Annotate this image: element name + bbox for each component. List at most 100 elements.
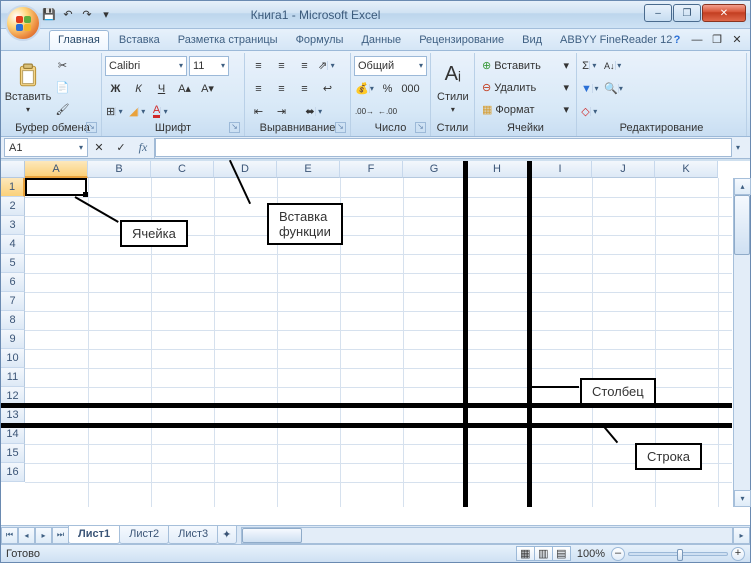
accounting-button[interactable]: 💰▾ <box>354 79 375 99</box>
maximize-button[interactable]: ❐ <box>673 4 701 22</box>
row-header-15[interactable]: 15 <box>1 444 25 463</box>
orientation-button[interactable]: ⇗▾ <box>317 56 338 76</box>
zoom-level-label[interactable]: 100% <box>577 548 605 560</box>
column-header-J[interactable]: J <box>592 161 655 178</box>
cell-grid[interactable]: Ячейка Вставка функции Столбец Строка <box>25 178 732 507</box>
wrap-text-button[interactable]: ↩ <box>317 79 338 99</box>
row-header-1[interactable]: 1 <box>1 178 25 197</box>
column-header-B[interactable]: B <box>88 161 151 178</box>
column-header-A[interactable]: A <box>25 161 88 178</box>
scroll-up-button[interactable]: ▴ <box>734 178 751 195</box>
column-header-D[interactable]: D <box>214 161 277 178</box>
grow-font-button[interactable]: A▴ <box>174 79 195 99</box>
enter-formula-button[interactable]: ✓ <box>110 138 132 158</box>
formula-input[interactable] <box>155 138 732 157</box>
vertical-scrollbar[interactable]: ▴ ▾ <box>733 178 750 507</box>
find-select-button[interactable]: 🔍▾ <box>603 79 624 99</box>
sheet-tab-2[interactable]: Лист2 <box>119 526 169 544</box>
align-left-button[interactable]: ≡ <box>248 79 269 99</box>
insert-cells-button[interactable]: ⊕Вставить▾ <box>478 55 573 76</box>
zoom-in-button[interactable]: + <box>731 547 745 561</box>
font-color-button[interactable]: A▾ <box>151 102 172 122</box>
number-dialog-launcher[interactable]: ↘ <box>415 122 426 133</box>
scroll-right-button[interactable]: ▸ <box>733 527 750 544</box>
fill-button[interactable]: ▼▾ <box>580 79 601 99</box>
undo-icon[interactable]: ↶ <box>60 7 76 23</box>
font-dialog-launcher[interactable]: ↘ <box>229 122 240 133</box>
format-cells-button[interactable]: ▦Формат▾ <box>478 99 573 120</box>
row-header-7[interactable]: 7 <box>1 292 25 311</box>
tab-formulas[interactable]: Формулы <box>288 31 352 50</box>
sheet-tab-3[interactable]: Лист3 <box>168 526 218 544</box>
sort-filter-button[interactable]: A↓▾ <box>603 56 624 76</box>
clipboard-dialog-launcher[interactable]: ↘ <box>86 122 97 133</box>
help-icon[interactable]: ? <box>670 34 684 46</box>
row-header-6[interactable]: 6 <box>1 273 25 292</box>
zoom-slider[interactable] <box>628 552 728 556</box>
tab-abbyy[interactable]: ABBYY FineReader 12 <box>552 31 680 50</box>
tab-review[interactable]: Рецензирование <box>411 31 512 50</box>
shrink-font-button[interactable]: A▾ <box>197 79 218 99</box>
vscroll-thumb[interactable] <box>734 195 750 255</box>
row-header-9[interactable]: 9 <box>1 330 25 349</box>
cut-button[interactable]: ✂ <box>52 55 73 75</box>
column-header-I[interactable]: I <box>529 161 592 178</box>
align-bottom-button[interactable]: ≡ <box>294 56 315 76</box>
italic-button[interactable]: К <box>128 79 149 99</box>
doc-minimize-icon[interactable]: — <box>690 34 704 46</box>
autosum-button[interactable]: Σ▾ <box>580 56 601 76</box>
select-all-corner[interactable] <box>1 161 25 178</box>
last-sheet-button[interactable]: ⏭ <box>52 527 69 544</box>
page-layout-view-button[interactable]: ▥ <box>534 546 553 561</box>
office-button[interactable] <box>5 5 41 41</box>
prev-sheet-button[interactable]: ◂ <box>18 527 35 544</box>
font-name-combo[interactable]: Calibri▾ <box>105 56 187 76</box>
hscroll-thumb[interactable] <box>242 528 302 543</box>
insert-function-button[interactable]: fx <box>132 138 154 158</box>
align-middle-button[interactable]: ≡ <box>271 56 292 76</box>
minimize-button[interactable]: – <box>644 4 672 22</box>
fill-color-button[interactable]: ◢▾ <box>128 102 149 122</box>
column-header-K[interactable]: K <box>655 161 718 178</box>
delete-cells-button[interactable]: ⊖Удалить▾ <box>478 77 573 98</box>
row-header-3[interactable]: 3 <box>1 216 25 235</box>
decrease-indent-button[interactable]: ⇤ <box>248 102 269 122</box>
doc-close-icon[interactable]: ✕ <box>730 33 744 46</box>
align-center-button[interactable]: ≡ <box>271 79 292 99</box>
normal-view-button[interactable]: ▦ <box>516 546 535 561</box>
tab-insert[interactable]: Вставка <box>111 31 168 50</box>
zoom-out-button[interactable]: – <box>611 547 625 561</box>
tab-view[interactable]: Вид <box>514 31 550 50</box>
column-header-H[interactable]: H <box>466 161 529 178</box>
tab-home[interactable]: Главная <box>49 30 109 50</box>
copy-button[interactable]: 📄 <box>52 77 73 97</box>
percent-button[interactable]: % <box>377 79 398 99</box>
increase-decimal-button[interactable]: .00→ <box>354 102 375 122</box>
border-button[interactable]: ⊞▾ <box>105 102 126 122</box>
row-header-5[interactable]: 5 <box>1 254 25 273</box>
column-header-E[interactable]: E <box>277 161 340 178</box>
align-dialog-launcher[interactable]: ↘ <box>335 122 346 133</box>
bold-button[interactable]: Ж <box>105 79 126 99</box>
name-box[interactable]: A1▾ <box>4 138 88 157</box>
row-header-16[interactable]: 16 <box>1 463 25 482</box>
horizontal-scrollbar[interactable] <box>241 527 733 544</box>
row-header-10[interactable]: 10 <box>1 349 25 368</box>
number-format-combo[interactable]: Общий▾ <box>354 56 427 76</box>
format-painter-button[interactable]: 🖌 <box>52 99 73 119</box>
page-break-view-button[interactable]: ▤ <box>552 546 571 561</box>
close-button[interactable]: ✕ <box>702 4 746 22</box>
column-header-F[interactable]: F <box>340 161 403 178</box>
increase-indent-button[interactable]: ⇥ <box>271 102 292 122</box>
scroll-down-button[interactable]: ▾ <box>734 490 751 507</box>
row-header-4[interactable]: 4 <box>1 235 25 254</box>
save-icon[interactable]: 💾 <box>41 7 57 23</box>
column-header-G[interactable]: G <box>403 161 466 178</box>
tab-page-layout[interactable]: Разметка страницы <box>170 31 286 50</box>
expand-formula-bar-icon[interactable]: ▾ <box>730 143 746 152</box>
decrease-decimal-button[interactable]: ←.00 <box>377 102 398 122</box>
redo-icon[interactable]: ↷ <box>79 7 95 23</box>
align-top-button[interactable]: ≡ <box>248 56 269 76</box>
comma-button[interactable]: 000 <box>400 79 421 99</box>
clear-button[interactable]: ◇▾ <box>580 102 601 122</box>
